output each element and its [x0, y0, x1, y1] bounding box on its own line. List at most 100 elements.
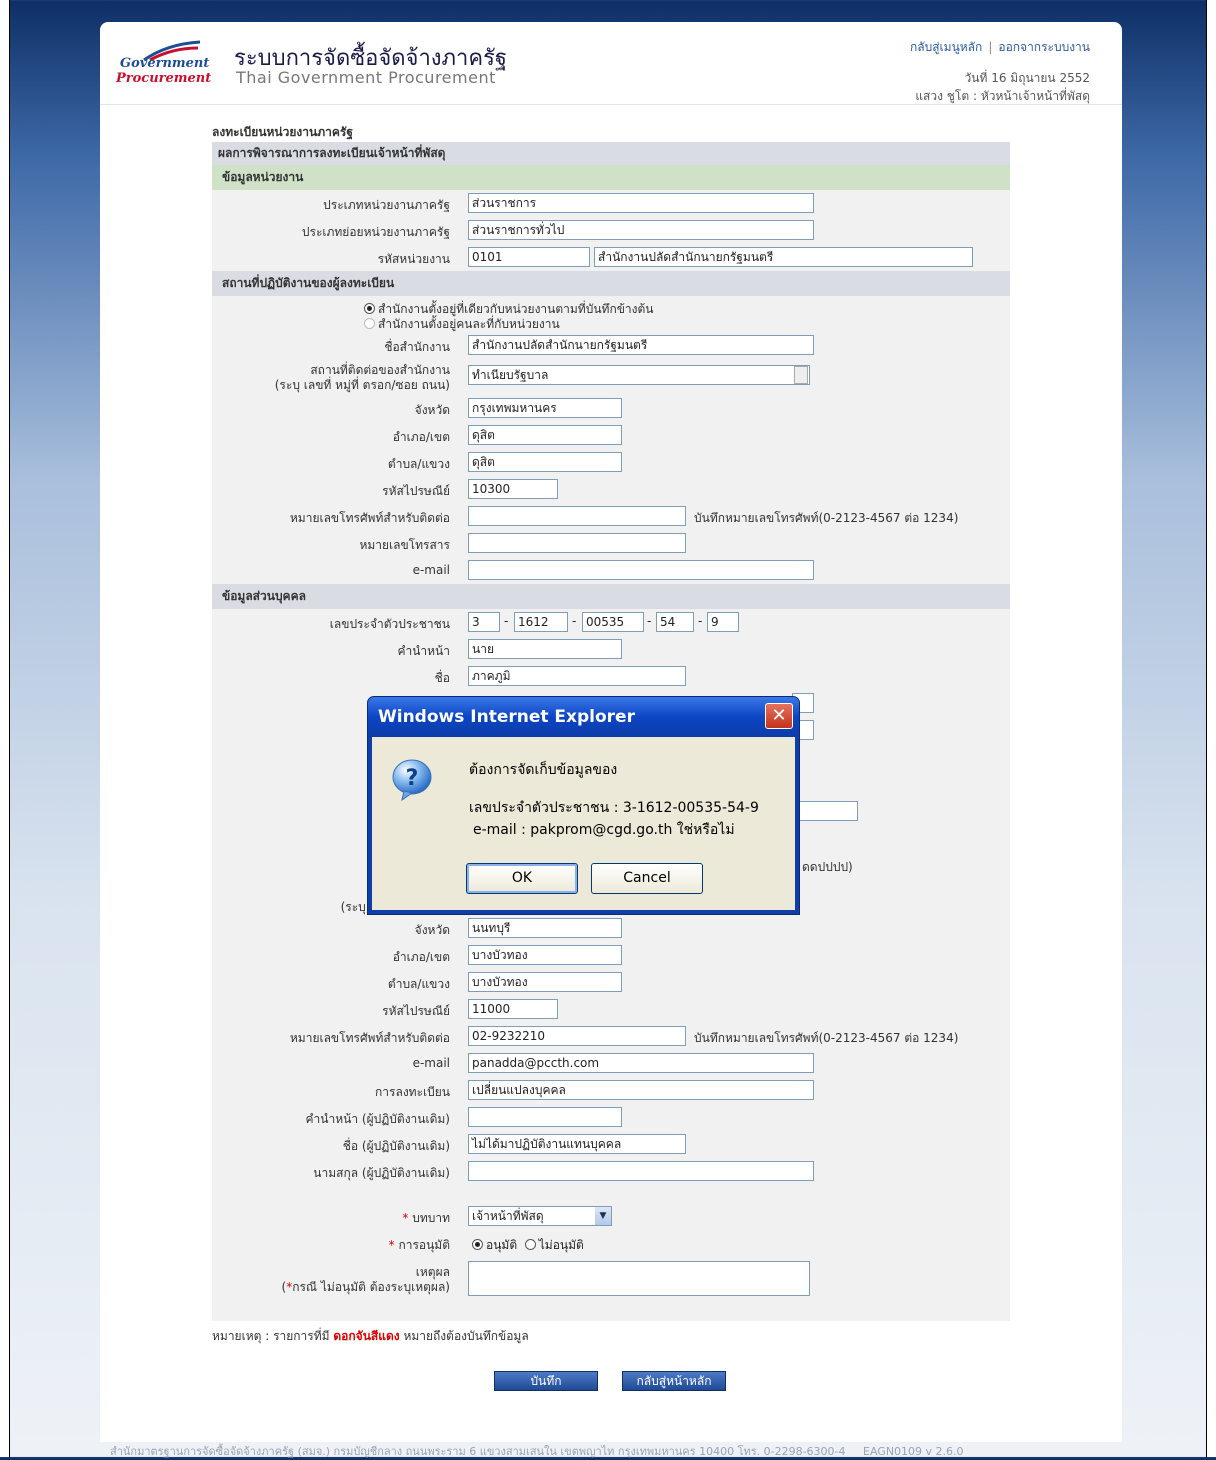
contact-phone-hint: บันทึกหมายเลขโทรศัพท์(0-2123-4567 ต่อ 12… [694, 1031, 959, 1045]
office-subdistrict-label: ตำบล/แขวง [387, 457, 450, 471]
office-postcode-field[interactable]: 10300 [468, 479, 558, 499]
old-prefix-field[interactable] [468, 1107, 622, 1127]
office-phone-field[interactable] [468, 506, 686, 526]
old-prefix-label: คำนำหน้า (ผู้ปฏิบัติงานเดิม) [305, 1112, 450, 1126]
approval-row: * การอนุมัติ อนุมัติ ไม่อนุมัติ [212, 1230, 1010, 1257]
footer: สำนักมาตรฐานการจัดซื้อจัดจ้างภาครัฐ (สมจ… [110, 1442, 1110, 1460]
contact-province-field[interactable]: นนทบุรี [468, 918, 622, 938]
agency-code-field: 0101 [468, 247, 590, 267]
top-links: กลับสู่เมนูหลัก | ออกจากระบบงาน [910, 38, 1090, 57]
contact-subdistrict-label: ตำบล/แขวง [387, 977, 450, 991]
personal-section-title: ข้อมูลส่วนบุคคล [212, 584, 1010, 609]
dialog-message-line3: e-mail : pakprom@cgd.go.th ใช่หรือไม่ [473, 822, 735, 838]
radio-approve[interactable] [472, 1239, 483, 1250]
question-icon: ? [392, 759, 432, 801]
citizen-id-dash-2: - [572, 614, 577, 628]
home-menu-link[interactable]: กลับสู่เมนูหลัก [910, 40, 982, 54]
agency-section-title: ข้อมูลหน่วยงาน [212, 165, 1010, 190]
contact-district-field[interactable]: บางบัวทอง [468, 945, 622, 965]
contact-postcode-label: รหัสไปรษณีย์ [382, 1004, 450, 1018]
office-name-row: ชื่อสำนักงาน สำนักงานปลัดสำนักนายกรัฐมนต… [212, 332, 1010, 359]
registration-type-label: การลงทะเบียน [375, 1085, 450, 1099]
office-province-row: จังหวัด กรุงเทพมหานคร [212, 395, 1010, 422]
citizen-id-part-2[interactable]: 1612 [514, 612, 568, 632]
registration-type-row: การลงทะเบียน เปลี่ยนแปลงบุคคล [212, 1077, 1010, 1104]
office-fax-field[interactable] [468, 533, 686, 553]
contact-postcode-field[interactable]: 11000 [468, 999, 558, 1019]
reason-textarea[interactable] [468, 1261, 810, 1296]
radio-reject[interactable] [524, 1239, 536, 1250]
contact-district-row: อำเภอ/เขต บางบัวทอง [212, 942, 1010, 969]
office-phone-row: หมายเลขโทรศัพท์สำหรับติดต่อ บันทึกหมายเล… [212, 503, 1010, 530]
address-scroll-control[interactable] [794, 366, 808, 384]
government-procurement-logo[interactable]: Government Procurement [110, 38, 220, 98]
first-name-field[interactable]: ภาคภูมิ [468, 666, 686, 686]
office-address-label-hint: (ระบุ เลขที่ หมู่ที่ ตรอก/ซอย ถนน) [274, 378, 450, 392]
office-email-field[interactable] [468, 560, 814, 580]
bottom-spacer-row [212, 1301, 1010, 1321]
ok-button[interactable]: OK [466, 863, 578, 894]
office-fax-label: หมายเลขโทรสาร [359, 538, 450, 552]
reason-row: เหตุผล (*กรณี ไม่อนุมัติ ต้องระบุเหตุผล) [212, 1257, 1010, 1301]
required-note: หมายเหตุ : รายการที่มี ดอกจันสีแดง หมายถ… [212, 1329, 529, 1343]
dropdown-arrow-icon[interactable]: ▼ [595, 1207, 611, 1225]
citizen-id-part-1[interactable]: 3 [468, 612, 500, 632]
role-select[interactable]: เจ้าหน้าที่พัสดุ ▼ [468, 1206, 612, 1226]
citizen-id-dash-1: - [504, 614, 509, 628]
prefix-field[interactable]: นาย [468, 639, 622, 659]
contact-subdistrict-field[interactable]: บางบัวทอง [468, 972, 622, 992]
reason-note: (*กรณี ไม่อนุมัติ ต้องระบุเหตุผล) [281, 1280, 450, 1294]
agency-subtype-label: ประเภทย่อยหน่วยงานภาครัฐ [301, 225, 450, 239]
citizen-id-dash-3: - [647, 614, 652, 628]
office-email-label: e-mail [412, 563, 450, 577]
agency-type-label: ประเภทหน่วยงานภาครัฐ [323, 198, 450, 212]
radio-same-location[interactable] [364, 303, 375, 314]
contact-subdistrict-row: ตำบล/แขวง บางบัวทอง [212, 969, 1010, 996]
office-fax-row: หมายเลขโทรสาร [212, 530, 1010, 557]
old-surname-row: นามสกุล (ผู้ปฏิบัติงานเดิม) [212, 1158, 1010, 1185]
office-name-field[interactable]: สำนักงานปลัดสำนักนายกรัฐมนตรี [468, 335, 814, 355]
approve-label: อนุมัติ [486, 1238, 518, 1252]
contact-phone-field[interactable]: 02-9232210 [468, 1026, 686, 1046]
first-name-label: ชื่อ [434, 671, 450, 685]
spacer-row [212, 1185, 1010, 1203]
hidden-field-edge[interactable] [792, 801, 858, 821]
contact-email-field[interactable]: panadda@pccth.com [468, 1053, 814, 1073]
agency-subtype-row: ประเภทย่อยหน่วยงานภาครัฐ ส่วนราชการทั่วไ… [212, 217, 1010, 244]
citizen-id-row: เลขประจำตัวประชาชน 3 - 1612 - 00535 - 54… [212, 609, 1010, 636]
office-email-row: e-mail [212, 557, 1010, 584]
office-province-field[interactable]: กรุงเทพมหานคร [468, 398, 622, 418]
contact-province-row: จังหวัด นนทบุรี [212, 915, 1010, 942]
dialog-message-line2: เลขประจำตัวประชาชน : 3-1612-00535-54-9 [469, 800, 759, 816]
contact-email-row: e-mail panadda@pccth.com [212, 1050, 1010, 1077]
office-address-field[interactable]: ทำเนียบรัฐบาล [468, 365, 810, 385]
agency-subtype-field: ส่วนราชการทั่วไป [468, 220, 814, 240]
registration-type-field[interactable]: เปลี่ยนแปลงบุคคล [468, 1080, 814, 1100]
window-frame-left [0, 0, 10, 1457]
old-name-row: ชื่อ (ผู้ปฏิบัติงานเดิม) ไม่ได้มาปฏิบัติ… [212, 1131, 1010, 1158]
svg-text:?: ? [406, 766, 419, 791]
dialog-title: Windows Internet Explorer [378, 707, 635, 727]
office-subdistrict-row: ตำบล/แขวง ดุสิต [212, 449, 1010, 476]
save-button[interactable]: บันทึก [494, 1371, 598, 1391]
old-surname-field[interactable] [468, 1161, 814, 1181]
birthdate-hint-tail: ดดปปปป) [802, 860, 853, 874]
citizen-id-dash-4: - [698, 614, 703, 628]
citizen-id-part-4[interactable]: 54 [656, 612, 694, 632]
back-to-home-button[interactable]: กลับสู่หน้าหลัก [622, 1371, 726, 1391]
radio-other-location[interactable] [364, 318, 375, 329]
page-subtitle: ผลการพิจารณาการลงทะเบียนเจ้าหน้าที่พัสดุ [212, 142, 1010, 165]
agency-code-row: รหัสหน่วยงาน 0101 สำนักงานปลัดสำนักนายกร… [212, 244, 1010, 271]
old-name-field[interactable]: ไม่ได้มาปฏิบัติงานแทนบุคคล [468, 1134, 686, 1154]
citizen-id-part-3[interactable]: 00535 [582, 612, 644, 632]
page-title: ลงทะเบียนหน่วยงานภาครัฐ [212, 125, 353, 139]
close-icon[interactable]: ✕ [765, 703, 793, 729]
logo-line2: Procurement [116, 71, 212, 86]
cancel-button[interactable]: Cancel [591, 863, 703, 894]
window-frame-right [1206, 0, 1216, 1457]
dialog-titlebar[interactable]: Windows Internet Explorer ✕ [368, 697, 799, 737]
citizen-id-part-5[interactable]: 9 [707, 612, 739, 632]
office-subdistrict-field[interactable]: ดุสิต [468, 452, 622, 472]
logout-link[interactable]: ออกจากระบบงาน [998, 40, 1090, 54]
office-district-field[interactable]: ดุสิต [468, 425, 622, 445]
